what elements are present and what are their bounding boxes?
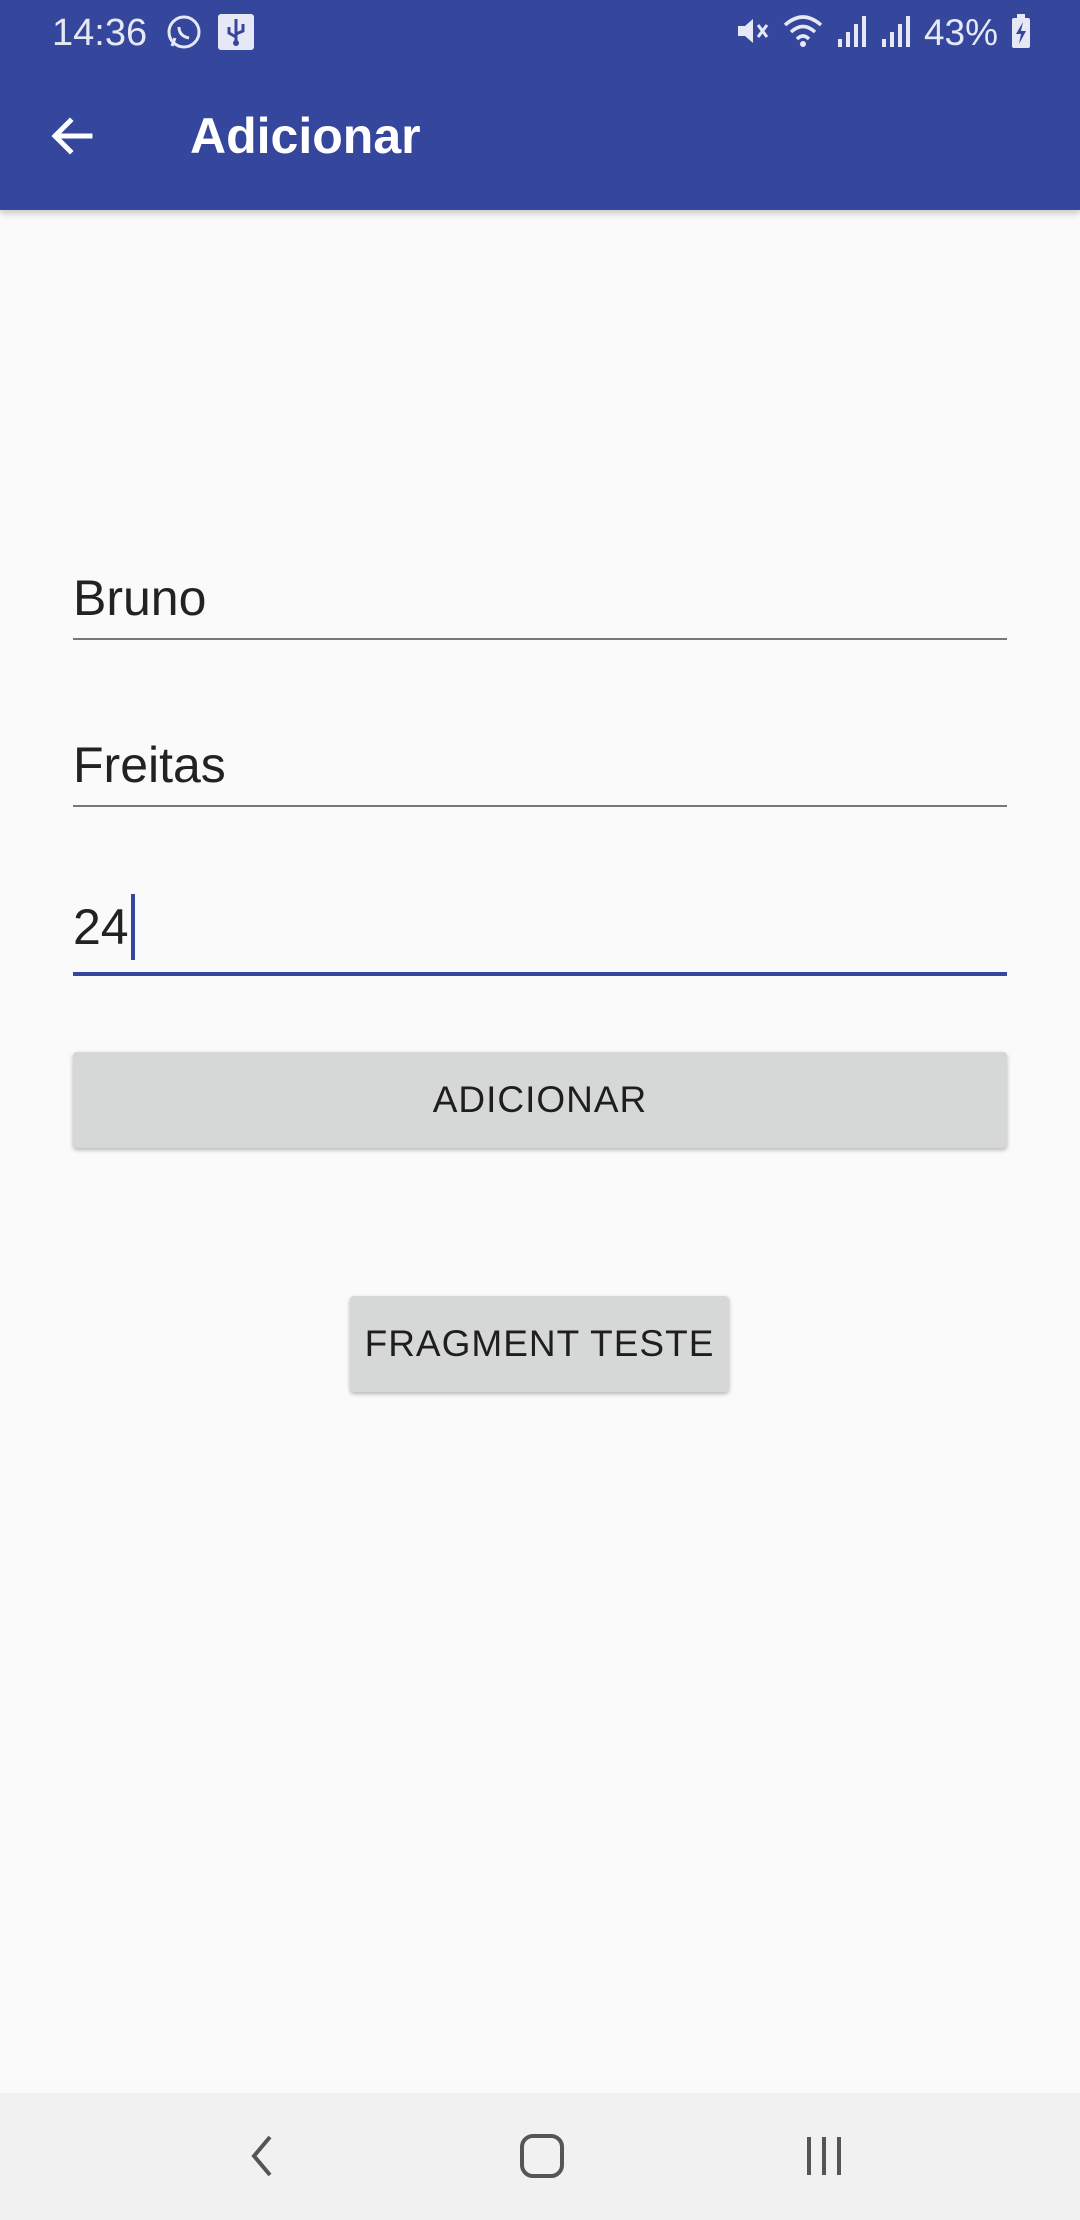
- signal-icon: [836, 13, 868, 54]
- nav-recents-button[interactable]: [784, 2123, 864, 2193]
- navigation-bar: [0, 2093, 1080, 2220]
- fragment-test-button[interactable]: FRAGMENT TESTE: [350, 1296, 729, 1392]
- nav-back-button[interactable]: [222, 2123, 302, 2193]
- status-bar: 14:36 43%: [0, 0, 1080, 66]
- page-title: Adicionar: [190, 108, 421, 164]
- add-button[interactable]: ADICIONAR: [73, 1052, 1007, 1148]
- arrow-back-icon: [48, 112, 96, 165]
- recents-icon: [799, 2131, 849, 2186]
- age-value: 24: [73, 899, 129, 956]
- last-name-value: Freitas: [73, 737, 226, 793]
- back-button[interactable]: [30, 96, 114, 180]
- status-left-icons: [165, 13, 255, 56]
- last-name-field[interactable]: Freitas: [73, 727, 1007, 807]
- battery-charging-icon: [1010, 13, 1032, 54]
- field-underline: [73, 638, 1007, 640]
- home-icon: [517, 2131, 567, 2186]
- field-underline: [73, 805, 1007, 807]
- app-bar: Adicionar: [0, 66, 1080, 210]
- status-right: 43%: [734, 12, 1032, 54]
- screen: 14:36 43% Adicionar Bruno Freitas 24 ADI…: [0, 0, 1080, 2220]
- first-name-field[interactable]: Bruno: [73, 560, 1007, 640]
- chevron-left-icon: [242, 2131, 282, 2186]
- age-value-wrapper: 24: [73, 894, 135, 964]
- text-caret: [130, 894, 135, 960]
- first-name-value: Bruno: [73, 570, 207, 626]
- wifi-icon: [782, 13, 824, 54]
- mute-icon: [734, 13, 770, 54]
- signal-icon: [880, 13, 912, 54]
- nav-home-button[interactable]: [502, 2123, 582, 2193]
- battery-percent: 43%: [923, 12, 998, 53]
- whatsapp-icon: [165, 13, 203, 56]
- field-underline-focused: [73, 972, 1007, 976]
- age-field[interactable]: 24: [73, 894, 1007, 976]
- status-time: 14:36: [52, 12, 148, 54]
- usb-icon: [217, 13, 255, 56]
